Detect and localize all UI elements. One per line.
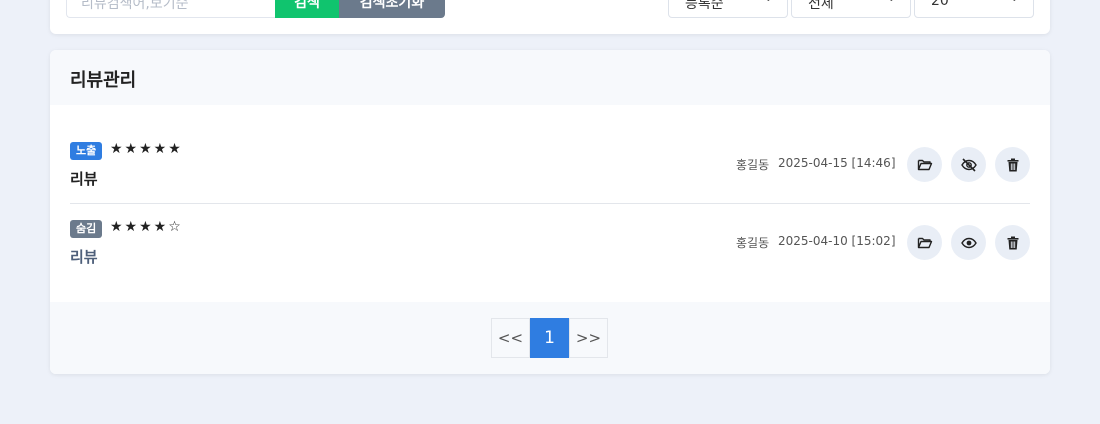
review-author: 홍길동 — [736, 236, 770, 250]
eye-slash-icon — [960, 157, 977, 172]
review-title[interactable]: 리뷰 — [70, 246, 98, 267]
review-date: 2025-04-10 [15:02] — [778, 234, 896, 248]
pagination: << 1 >> — [491, 318, 608, 358]
sort-select-value: 등록순 — [685, 0, 724, 12]
trash-icon — [1007, 236, 1018, 249]
status-select[interactable]: 전체 ⌄ — [791, 0, 911, 18]
open-review-button[interactable] — [907, 147, 942, 182]
page-size-select-value: 20 — [931, 0, 949, 9]
review-author: 홍길동 — [736, 158, 770, 172]
open-review-button[interactable] — [907, 225, 942, 260]
sort-select[interactable]: 등록순 ⌄ — [668, 0, 788, 18]
prev-page-button[interactable]: << — [491, 318, 530, 358]
chevron-down-icon: ⌄ — [1010, 0, 1019, 4]
status-badge: 숨김 — [70, 220, 103, 238]
chevron-down-icon: ⌄ — [764, 0, 773, 4]
review-management-card: 리뷰관리 노출 ★★★★★ 리뷰 홍길동 2025-04-15 [14:46] — [50, 50, 1050, 374]
page-size-select[interactable]: 20 ⌄ — [914, 0, 1034, 18]
next-page-button[interactable]: >> — [569, 318, 608, 358]
folder-open-icon — [917, 159, 932, 170]
page-button-current[interactable]: 1 — [530, 318, 569, 358]
show-review-button[interactable] — [951, 225, 986, 260]
page-title: 리뷰관리 — [70, 70, 137, 91]
hide-review-button[interactable] — [951, 147, 986, 182]
search-card: 리뷰검색어,보기순 검색 검색초기화 등록순 ⌄ 전체 ⌄ 20 ⌄ — [50, 0, 1050, 34]
card-header: 리뷰관리 — [50, 50, 1050, 105]
review-date: 2025-04-15 [14:46] — [778, 156, 896, 170]
delete-review-button[interactable] — [995, 225, 1030, 260]
eye-icon — [960, 237, 977, 248]
reset-search-button[interactable]: 검색초기화 — [339, 0, 445, 18]
star-rating: ★★★★☆ — [110, 219, 183, 235]
folder-open-icon — [917, 237, 932, 248]
star-rating: ★★★★★ — [110, 141, 183, 157]
search-input[interactable]: 리뷰검색어,보기순 — [66, 0, 276, 18]
pagination-area: << 1 >> — [50, 302, 1050, 374]
chevron-down-icon: ⌄ — [887, 0, 896, 4]
trash-icon — [1007, 158, 1018, 171]
search-button[interactable]: 검색 — [275, 0, 339, 18]
status-badge: 노출 — [70, 142, 103, 160]
status-select-value: 전체 — [808, 0, 834, 12]
divider — [70, 203, 1030, 204]
review-title[interactable]: 리뷰 — [70, 168, 98, 189]
delete-review-button[interactable] — [995, 147, 1030, 182]
